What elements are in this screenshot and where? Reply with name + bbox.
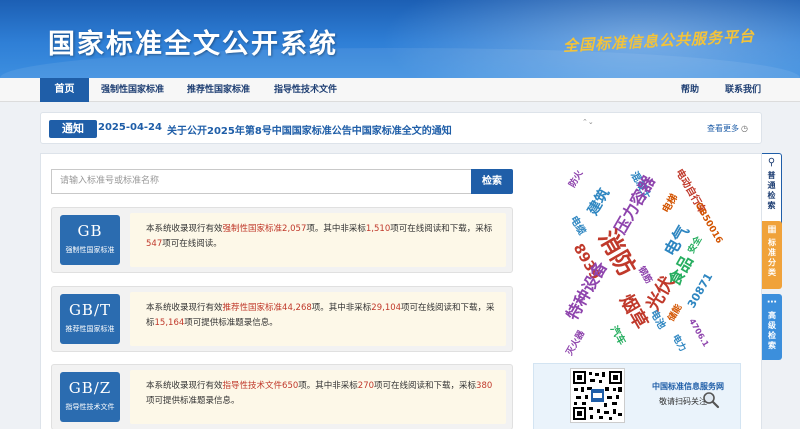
cloud-word[interactable]: 汽车: [608, 324, 628, 347]
gb-badge[interactable]: GB 强制性国家标准: [60, 215, 120, 265]
search-icon: ⚲: [767, 157, 776, 168]
desc-text: 本系统收录现行有效: [146, 303, 223, 313]
qr-promo: 中国标准信息服务网 敬请扫码关注: [533, 363, 741, 429]
cloud-word[interactable]: 防火: [568, 169, 586, 190]
nav-help[interactable]: 帮助: [681, 78, 699, 102]
standard-label: 推荐性国家标准: [65, 325, 115, 333]
tab-advanced-search[interactable]: ⋯ 高级检索: [762, 294, 782, 360]
nav-mandatory[interactable]: 强制性国家标准: [101, 78, 164, 102]
standard-card-gbz: GB/Z 指导性技术文件 本系统收录现行有效指导性技术文件650项。其中非采标2…: [51, 364, 513, 429]
standard-code: GB: [77, 222, 103, 240]
desc-text: 项可提供标准题录信息。: [184, 318, 278, 328]
cloud-word[interactable]: 灭火器: [565, 329, 587, 357]
notice-tag: 通知: [49, 120, 97, 138]
notice-more-link[interactable]: 查看更多 ◷: [707, 123, 748, 134]
standard-label: 强制性国家标准: [65, 246, 115, 254]
main-panel: 请输入标准号或标准名称 检索 GB 强制性国家标准 本系统收录现行有效强制性国家…: [40, 153, 762, 429]
desc-count: 650: [282, 381, 299, 391]
nav-guidance[interactable]: 指导性技术文件: [274, 78, 337, 102]
standard-description: 本系统收录现行有效指导性技术文件650项。其中非采标270项可在线阅读和下载，采…: [130, 370, 506, 424]
standard-description: 本系统收录现行有效推荐性国家标准44,268项。其中非采标29,104项可在线阅…: [130, 292, 506, 346]
cloud-word[interactable]: 建筑: [585, 186, 613, 218]
qr-code: [570, 368, 625, 423]
tab-basic-search[interactable]: ⚲ 普通检索: [762, 153, 782, 231]
standard-card-gbt: GB/T 推荐性国家标准 本系统收录现行有效推荐性国家标准44,268项。其中非…: [51, 286, 513, 352]
notice-date: 2025-04-24: [98, 122, 162, 133]
cloud-word[interactable]: 储能: [667, 303, 685, 324]
cloud-word[interactable]: 钢筋: [636, 265, 654, 286]
cloud-word[interactable]: 30871: [685, 271, 715, 311]
cloud-word[interactable]: 安全: [687, 235, 705, 256]
cloud-word[interactable]: 电力: [670, 333, 688, 354]
grid-icon: ▦: [767, 224, 777, 235]
desc-text: 项。其中非采标: [311, 303, 372, 313]
desc-count: 44,268: [282, 303, 312, 313]
notice-bar: 通知 2025-04-24 关于公开2025年第8号中国国家标准公告中国家标准全…: [40, 112, 762, 144]
cloud-word[interactable]: 4706.1: [687, 317, 710, 348]
desc-text: 项可提供标准题录信息。: [146, 396, 240, 406]
standard-code: GB/T: [68, 301, 112, 319]
tab-advanced-search-label: 高级检索: [768, 311, 776, 350]
standard-description: 本系统收录现行有效强制性国家标准2,057项。其中非采标1,510项可在线阅读和…: [130, 213, 506, 267]
gbz-badge[interactable]: GB/Z 指导性技术文件: [60, 372, 120, 422]
desc-count: 2,057: [282, 224, 307, 234]
notice-link[interactable]: 关于公开2025年第8号中国国家标准公告中国家标准全文的通知: [167, 122, 452, 137]
tab-category-label: 标准分类: [768, 238, 776, 277]
desc-link[interactable]: 指导性技术文件: [223, 381, 283, 391]
standard-card-gb: GB 强制性国家标准 本系统收录现行有效强制性国家标准2,057项。其中非采标1…: [51, 207, 513, 273]
cloud-word[interactable]: 电池: [648, 308, 668, 331]
standard-label: 指导性技术文件: [65, 403, 115, 411]
nav-contact[interactable]: 联系我们: [725, 78, 761, 102]
notice-more-label: 查看更多: [707, 124, 739, 133]
nav-home[interactable]: 首页: [40, 78, 89, 102]
cloud-word[interactable]: 压力容器: [610, 172, 658, 237]
cloud-word[interactable]: 电梯: [661, 192, 681, 215]
standard-code: GB/Z: [68, 379, 112, 397]
search-button[interactable]: 检索: [471, 169, 513, 194]
desc-count: 29,104: [371, 303, 402, 313]
main-nav: 首页 强制性国家标准 推荐性国家标准 指导性技术文件 帮助 联系我们: [0, 78, 800, 102]
tab-category[interactable]: ▦ 标准分类: [762, 221, 782, 289]
desc-count: 15,164: [154, 318, 185, 328]
notice-scroll-arrows[interactable]: ⌃⌄: [582, 117, 594, 127]
desc-count: 1,510: [365, 224, 391, 234]
desc-count: 380: [476, 381, 493, 391]
tab-basic-search-label: 普通检索: [767, 171, 776, 210]
desc-text: 本系统收录现行有效: [146, 224, 223, 234]
gbt-badge[interactable]: GB/T 推荐性国家标准: [60, 294, 120, 344]
desc-count: 547: [146, 239, 163, 249]
site-title: 国家标准全文公开系统: [48, 29, 338, 60]
cloud-word[interactable]: 特种设备: [562, 258, 610, 323]
desc-text: 项。其中非采标: [298, 381, 358, 391]
desc-text: 本系统收录现行有效: [146, 381, 223, 391]
nav-recommended[interactable]: 推荐性国家标准: [187, 78, 250, 102]
desc-link[interactable]: 强制性国家标准: [223, 224, 283, 234]
search-input[interactable]: 请输入标准号或标准名称: [51, 169, 471, 194]
header-banner: 国家标准全文公开系统 全国标准信息公共服务平台: [0, 0, 800, 78]
dots-icon: ⋯: [767, 297, 777, 308]
desc-link[interactable]: 推荐性国家标准: [223, 303, 283, 313]
desc-text: 项可在线阅读。: [162, 239, 222, 249]
desc-text: 项可在线阅读和下载，采标: [374, 381, 477, 391]
keyword-cloud: 防火 混凝土 电动自行车 建筑 压力容器 电梯 GB50016 电缆 消防 电气…: [562, 159, 743, 359]
desc-text: 项。其中非采标: [306, 224, 366, 234]
clock-icon: ◷: [741, 124, 748, 133]
cloud-word[interactable]: 电缆: [568, 214, 588, 237]
magnifier-icon: [702, 391, 720, 409]
desc-text: 项可在线阅读和下载，采标: [390, 224, 493, 234]
desc-count: 270: [357, 381, 375, 391]
qr-subtitle: 敬请扫码关注: [659, 397, 707, 406]
cloud-word[interactable]: 电气: [660, 222, 692, 259]
